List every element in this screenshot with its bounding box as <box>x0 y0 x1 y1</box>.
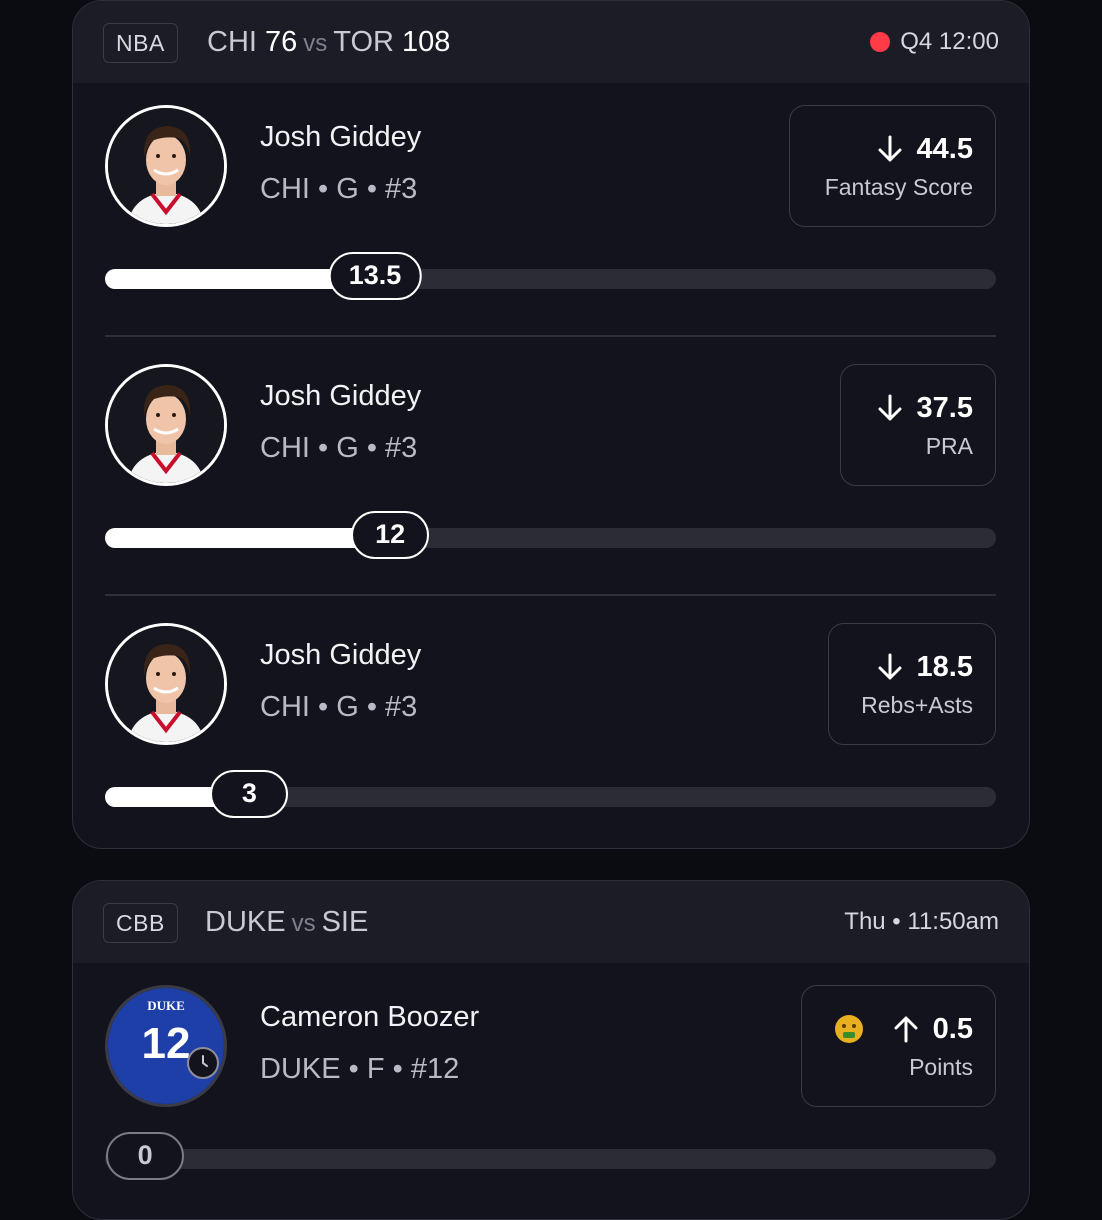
player-avatar <box>105 623 227 745</box>
progress-track: 3 <box>105 770 996 818</box>
progress-track: 13.5 <box>105 252 996 300</box>
player-avatar <box>105 105 227 227</box>
matchup: CHI 76 vs TOR 108 <box>207 23 450 61</box>
current-stat-pill: 13.5 <box>328 252 422 300</box>
game-card-cbb[interactable]: CBB DUKE vs SIE Thu • 11:50am DUKE 12 Came… <box>72 880 1030 1220</box>
stat-type: PRA <box>925 433 973 459</box>
money-mouth-face-icon <box>834 1015 863 1043</box>
clock-icon <box>187 1047 219 1079</box>
line-value: 18.5 <box>916 650 973 683</box>
game-status: Q4 12:00 <box>870 23 999 61</box>
team1-abbr: DUKE <box>205 906 286 938</box>
player-meta: CHI • G • #3 <box>260 691 418 723</box>
projection-box[interactable]: 37.5 PRA <box>840 364 996 486</box>
stat-type: Points <box>909 1054 973 1080</box>
current-stat-pill: 3 <box>210 770 289 818</box>
game-clock: Q4 12:00 <box>900 28 999 55</box>
line-value: 37.5 <box>916 391 973 424</box>
vs-label: vs <box>291 910 316 937</box>
player-avatar-jersey: DUKE 12 <box>105 985 227 1107</box>
player-name: Cameron Boozer <box>260 1001 480 1033</box>
team2-abbr: SIE <box>321 906 369 938</box>
team2-abbr: TOR <box>333 26 394 58</box>
projection-box[interactable]: 18.5 Rebs+Asts <box>828 623 996 745</box>
matchup: DUKE vs SIE <box>205 903 368 941</box>
player-name: Josh Giddey <box>260 380 422 412</box>
prop-row[interactable]: Josh Giddey CHI • G • #3 37.5 PRA 12 <box>73 342 1029 601</box>
prop-row[interactable]: Josh Giddey CHI • G • #3 44.5 Fantasy Sc… <box>73 83 1029 342</box>
team2-score: 108 <box>402 26 451 58</box>
team1-abbr: CHI <box>207 26 257 58</box>
prop-row[interactable]: DUKE 12 Cameron Boozer DUKE • F • #12 0.… <box>73 963 1029 1219</box>
projection-box[interactable]: 0.5 Points <box>801 985 996 1107</box>
game-header: CBB DUKE vs SIE Thu • 11:50am <box>73 881 1029 963</box>
game-time: Thu • 11:50am <box>844 908 999 935</box>
line-value: 0.5 <box>932 1012 973 1045</box>
current-stat-pill: 12 <box>351 511 430 559</box>
game-header: NBA CHI 76 vs TOR 108 Q4 12:00 <box>73 1 1029 83</box>
divider <box>105 335 996 337</box>
live-indicator-icon <box>870 32 891 52</box>
game-status: Thu • 11:50am <box>844 903 999 941</box>
team1-score: 76 <box>265 26 298 58</box>
arrow-down-icon <box>877 135 903 163</box>
league-badge: NBA <box>103 23 178 63</box>
arrow-down-icon <box>877 653 903 681</box>
arrow-down-icon <box>877 394 903 422</box>
progress-track: 12 <box>105 511 996 559</box>
vs-label: vs <box>303 30 328 57</box>
current-stat-pill: 0 <box>106 1132 185 1180</box>
player-name: Josh Giddey <box>260 121 422 153</box>
game-card-nba[interactable]: NBA CHI 76 vs TOR 108 Q4 12:00 Josh Gidd… <box>72 0 1030 849</box>
jersey-text: DUKE <box>147 998 185 1013</box>
jersey-number: 12 <box>142 1019 191 1068</box>
player-name: Josh Giddey <box>260 639 422 671</box>
prop-row[interactable]: Josh Giddey CHI • G • #3 18.5 Rebs+Asts … <box>73 601 1029 848</box>
player-avatar <box>105 364 227 486</box>
stat-type: Fantasy Score <box>824 174 973 200</box>
projection-box[interactable]: 44.5 Fantasy Score <box>789 105 996 227</box>
progress-fill <box>105 528 391 548</box>
player-meta: CHI • G • #3 <box>260 432 418 464</box>
player-meta: CHI • G • #3 <box>260 173 418 205</box>
progress-track: 0 <box>105 1132 996 1180</box>
divider <box>105 594 996 596</box>
league-badge: CBB <box>103 903 178 943</box>
line-value: 44.5 <box>916 132 973 165</box>
player-meta: DUKE • F • #12 <box>260 1053 460 1085</box>
stat-type: Rebs+Asts <box>861 692 973 718</box>
arrow-up-icon <box>893 1015 919 1043</box>
